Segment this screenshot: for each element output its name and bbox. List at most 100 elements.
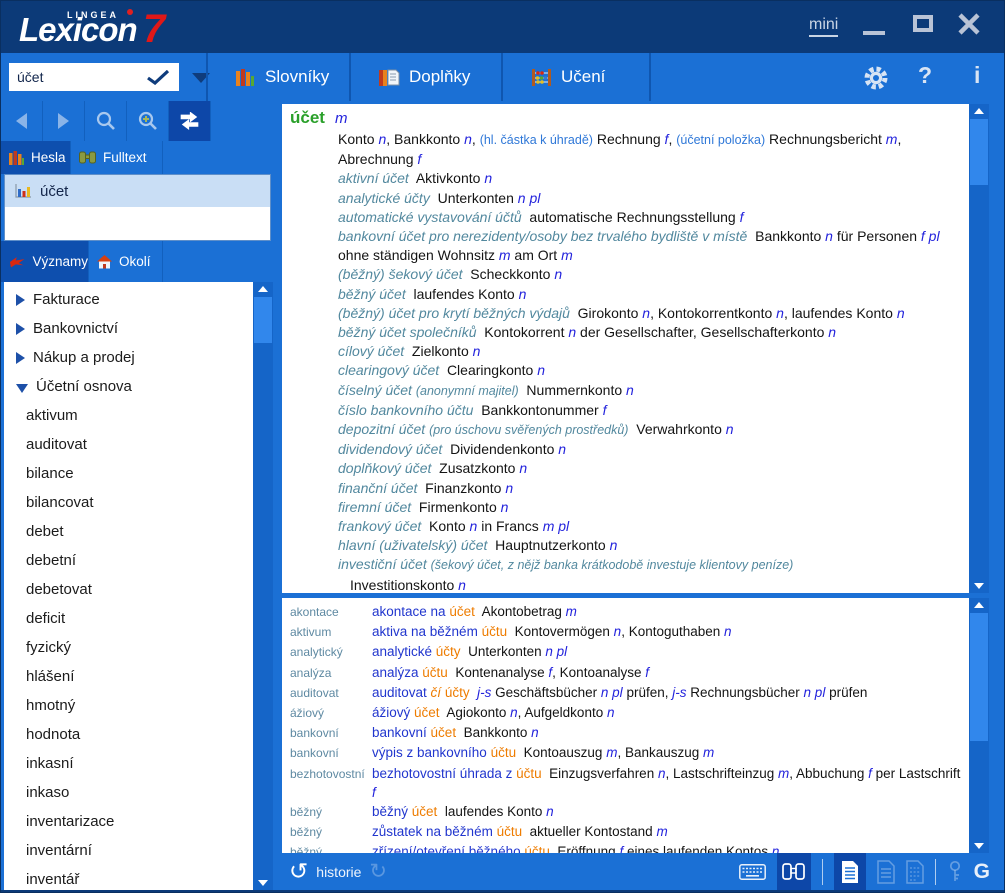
text-segment-cz: (běžný) šekový účet (338, 266, 463, 282)
colloc-row[interactable]: ážiovýážiový účet Agiokonto n, Aufgeldko… (290, 703, 963, 723)
text-segment-de: Unterkonten (461, 644, 546, 659)
text-segment-g: n (505, 480, 513, 496)
colloc-row[interactable]: běžnýzřízení/otevření běžného účtu Eröff… (290, 842, 963, 853)
tree-item[interactable]: aktivum (4, 401, 253, 430)
zoom-button[interactable] (127, 101, 169, 141)
tree-item[interactable]: Nákup a prodej (4, 343, 253, 372)
info-button[interactable]: i (974, 62, 980, 89)
tree-item[interactable]: bilancovat (4, 488, 253, 517)
colloc-row[interactable]: bezhotovostníbezhotovostní úhrada z účtu… (290, 764, 963, 802)
swap-button[interactable] (169, 101, 211, 141)
tab-slovniky[interactable]: Slovníky (206, 53, 349, 101)
tree-item[interactable]: debet (4, 517, 253, 546)
notes-button[interactable] (906, 860, 924, 884)
scroll-down-button[interactable] (969, 839, 989, 853)
tab-hesla[interactable]: Hesla (1, 141, 71, 174)
scroll-thumb[interactable] (970, 119, 988, 185)
key-button[interactable] (947, 860, 963, 884)
tree-item[interactable]: fyzický (4, 633, 253, 662)
help-icon: ? (918, 62, 932, 88)
maximize-button[interactable] (913, 15, 933, 32)
result-item-ucet[interactable]: účet (5, 175, 270, 207)
tree-item[interactable]: bilance (4, 459, 253, 488)
text-segment-cz: doplňkový účet (338, 460, 431, 476)
tree-item[interactable]: hodnota (4, 720, 253, 749)
tree-item[interactable]: Účetní osnova (4, 372, 253, 401)
colloc-row[interactable]: analýzaanalýza účtu Kontenanalyse f, Kon… (290, 663, 963, 683)
tree-item[interactable]: inkasní (4, 749, 253, 778)
history-forward-icon[interactable]: ↻ (369, 861, 387, 882)
minimize-button[interactable] (863, 31, 885, 35)
tab-fulltext[interactable]: Fulltext (71, 141, 163, 174)
text-segment-g: f (603, 402, 607, 418)
help-button[interactable]: ? (918, 62, 932, 89)
text-segment-g: m (566, 604, 577, 619)
text-segment-cz: analytické účty (338, 190, 430, 206)
history-back-icon[interactable]: ↺ (289, 860, 308, 883)
search-button[interactable] (85, 101, 127, 141)
scroll-up-icon (974, 108, 984, 114)
entry-view-button[interactable] (834, 853, 866, 890)
tab-vyznamy[interactable]: Významy (1, 241, 89, 282)
colloc-row[interactable]: auditovatauditovat čí účty j-s Geschäfts… (290, 683, 963, 703)
settings-button[interactable] (863, 65, 889, 96)
fulltext-toggle-button[interactable] (777, 853, 811, 890)
grammar-button[interactable]: G (974, 860, 990, 884)
tree-label: aktivum (26, 407, 78, 424)
tree-item[interactable]: debetní (4, 546, 253, 575)
tree-item[interactable]: inventář (4, 865, 253, 890)
forward-button[interactable] (43, 101, 85, 141)
scroll-down-button[interactable] (969, 579, 989, 593)
scroll-thumb[interactable] (254, 297, 272, 343)
tree-item[interactable]: inventární (4, 836, 253, 865)
text-segment-de: Eröffnung (550, 844, 620, 853)
keyboard-button[interactable] (739, 864, 766, 880)
mini-button[interactable]: mini (809, 16, 838, 37)
colloc-row[interactable]: akontaceakontace na účet Akontobetrag m (290, 602, 963, 622)
collapsed-arrow-icon[interactable] (16, 352, 25, 364)
colloc-row[interactable]: běžnýzůstatek na běžném účtu aktueller K… (290, 822, 963, 842)
expanded-arrow-icon[interactable] (16, 384, 28, 393)
tree-item[interactable]: hlášení (4, 662, 253, 691)
collapsed-arrow-icon[interactable] (16, 294, 25, 306)
tab-okoli[interactable]: Okolí (89, 241, 163, 282)
tree-item[interactable]: inkaso (4, 778, 253, 807)
collapsed-arrow-icon[interactable] (16, 323, 25, 335)
tree-item[interactable]: hmotný (4, 691, 253, 720)
history-label: historie (316, 864, 361, 880)
colloc-label: aktivum (290, 622, 372, 642)
book-page-icon (379, 69, 400, 86)
scroll-down-button[interactable] (253, 876, 273, 890)
tab-uceni[interactable]: Učení (501, 53, 649, 101)
back-button[interactable] (1, 101, 43, 141)
colloc-row[interactable]: bankovnívýpis z bankovního účtu Kontoaus… (290, 743, 963, 763)
scroll-up-button[interactable] (969, 104, 989, 118)
text-segment-phr: analýza (372, 665, 422, 680)
tree-item[interactable]: deficit (4, 604, 253, 633)
tree-item[interactable]: Bankovnictví (4, 314, 253, 343)
entry-headline: účetm (290, 108, 961, 128)
colloc-row[interactable]: aktivumaktiva na běžném účtu Kontovermög… (290, 622, 963, 642)
text-segment-g: n pl (545, 644, 567, 659)
tree-item[interactable]: inventarizace (4, 807, 253, 836)
colloc-row[interactable]: běžnýběžný účet laufendes Konto n (290, 802, 963, 822)
text-segment-phr: zůstatek na běžném (372, 824, 497, 839)
main-scrollbar[interactable] (969, 104, 989, 593)
scroll-thumb[interactable] (970, 613, 988, 741)
colloc-scrollbar[interactable] (969, 598, 989, 853)
close-button[interactable] (957, 12, 981, 36)
divider (822, 859, 823, 885)
tree-item[interactable]: auditovat (4, 430, 253, 459)
tree-item[interactable]: Fakturace (4, 285, 253, 314)
tree-item[interactable]: debetovat (4, 575, 253, 604)
tab-label: Fulltext (103, 150, 147, 165)
colloc-content: bezhotovostní úhrada z účtu Einzugsverfa… (372, 764, 963, 802)
scroll-up-button[interactable] (253, 282, 273, 296)
scroll-up-button[interactable] (969, 598, 989, 612)
tree-scrollbar[interactable] (253, 282, 273, 890)
titlebar: LINGEA Lexicon 7 mini (1, 1, 1005, 53)
tab-doplnky[interactable]: Doplňky (349, 53, 501, 101)
colloc-row[interactable]: bankovníbankovní účet Bankkonto n (290, 723, 963, 743)
colloc-row[interactable]: analytickýanalytické účty Unterkonten n … (290, 642, 963, 662)
preview-button[interactable] (877, 860, 895, 884)
